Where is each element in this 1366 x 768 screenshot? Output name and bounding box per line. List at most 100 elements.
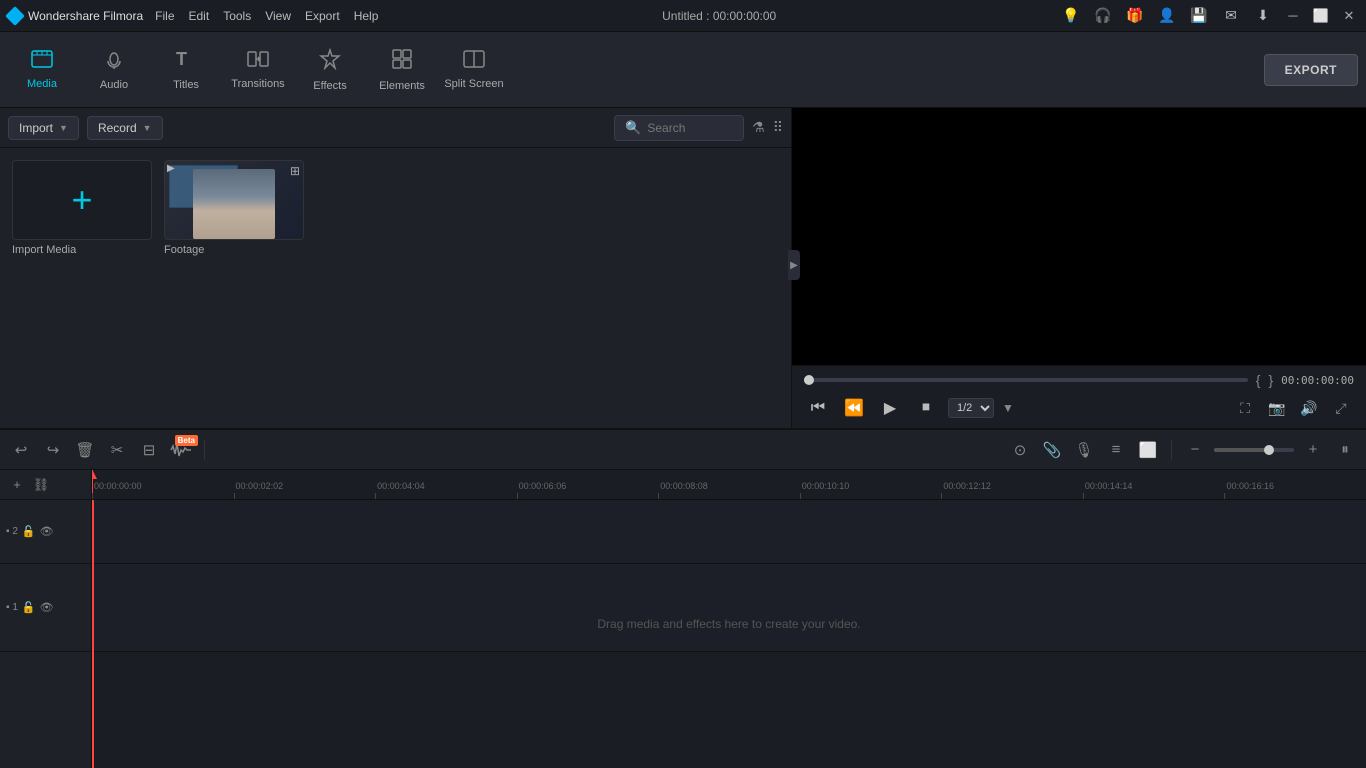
add-track-button[interactable]: + <box>8 476 26 494</box>
footage-play-icon: ▶ <box>167 163 175 174</box>
delete-button[interactable]: 🗑 <box>72 437 98 463</box>
tool-splitscreen[interactable]: Split Screen <box>440 38 508 102</box>
footage-thumb[interactable]: ⊞ ▶ <box>164 160 304 240</box>
stop-button[interactable]: ⏹ <box>912 394 940 422</box>
timeline-area: + ⛓ ▪ 2 🔓 👁 ▪ 1 🔓 👁 00:00: <box>0 470 1366 768</box>
progress-handle[interactable] <box>804 375 814 385</box>
import-dropdown[interactable]: Import ▼ <box>8 116 79 140</box>
grid-view-icon[interactable]: ⠿ <box>773 119 783 136</box>
playback-buttons: ⏮ ⏪ ▶ ⏹ 1/2 ▼ <box>804 394 1014 422</box>
undo-button[interactable]: ↩ <box>8 437 34 463</box>
menu-help[interactable]: Help <box>354 9 379 23</box>
waveform-button[interactable]: Beta <box>168 437 194 463</box>
footage-tile[interactable]: ⊞ ▶ Footage <box>164 160 304 256</box>
track-v2-row <box>92 500 1366 564</box>
link-tracks-button[interactable]: ⛓ <box>32 476 50 494</box>
menu-tools[interactable]: Tools <box>223 9 251 23</box>
menu-view[interactable]: View <box>265 9 291 23</box>
ruler-mark: 00:00:00:00 <box>92 493 93 499</box>
download-icon[interactable]: ⬇ <box>1252 5 1274 27</box>
track-v2-eye-icon[interactable]: 👁 <box>40 525 54 538</box>
save-icon[interactable]: 💾 <box>1188 5 1210 27</box>
play-button[interactable]: ▶ <box>876 394 904 422</box>
zoom-handle[interactable] <box>1264 445 1274 455</box>
fullscreen-button[interactable]: ⤢ <box>1328 395 1354 421</box>
cut-button[interactable]: ✂ <box>104 437 130 463</box>
menu-file[interactable]: File <box>155 9 174 23</box>
ruler-mark: 00:00:14:14 <box>1083 493 1084 499</box>
audio-icon <box>104 49 124 75</box>
tool-transitions[interactable]: Transitions <box>224 38 292 102</box>
track-v1-row: Drag media and effects here to create yo… <box>92 564 1366 652</box>
user-icon[interactable]: 👤 <box>1156 5 1178 27</box>
timeline-scrollable[interactable]: 00:00:00:0000:00:02:0200:00:04:0400:00:0… <box>92 470 1366 768</box>
transitions-icon <box>247 50 269 74</box>
minimize-button[interactable]: ─ <box>1284 7 1302 25</box>
timeline-ruler: 00:00:00:0000:00:02:0200:00:04:0400:00:0… <box>92 470 1366 500</box>
menu-export[interactable]: Export <box>305 9 340 23</box>
drag-hint-text: Drag media and effects here to create yo… <box>597 617 860 631</box>
tool-media[interactable]: Media <box>8 38 76 102</box>
snap-button[interactable]: ⊙ <box>1007 437 1033 463</box>
in-point-button[interactable]: { <box>1256 372 1261 388</box>
tool-titles[interactable]: T Titles <box>152 38 220 102</box>
search-input[interactable] <box>647 121 727 135</box>
title-bar: Wondershare Filmora File Edit Tools View… <box>0 0 1366 32</box>
menu-edit[interactable]: Edit <box>189 9 210 23</box>
redo-button[interactable]: ↪ <box>40 437 66 463</box>
gift-icon[interactable]: 🎁 <box>1124 5 1146 27</box>
preview-right-controls: ⛶ 📷 🔊 ⤢ <box>1232 395 1354 421</box>
track-v2-lock-icon[interactable]: 🔓 <box>22 525 36 538</box>
filter-icon[interactable]: ⚗ <box>752 119 765 136</box>
export-button[interactable]: EXPORT <box>1264 54 1358 86</box>
out-point-button[interactable]: } <box>1268 372 1273 388</box>
fullscreen-preview-button[interactable]: ⛶ <box>1232 395 1258 421</box>
footage-preview: ⊞ ▶ <box>165 161 303 239</box>
volume-button[interactable]: 🔊 <box>1296 395 1322 421</box>
zoom-in-button[interactable]: + <box>1300 437 1326 463</box>
timeline-tracks-content: Drag media and effects here to create yo… <box>92 500 1366 768</box>
search-icon: 🔍 <box>625 120 641 136</box>
zoom-out-button[interactable]: − <box>1182 437 1208 463</box>
crop-button[interactable]: ⬜ <box>1135 437 1161 463</box>
skip-back-button[interactable]: ⏮ <box>804 394 832 422</box>
import-media-tile[interactable]: + Import Media <box>12 160 152 256</box>
speed-arrow-icon: ▼ <box>1002 401 1014 415</box>
track-v2-label: ▪ 2 🔓 👁 <box>0 500 91 564</box>
tool-elements-label: Elements <box>379 80 425 92</box>
timecode-display: 00:00:00:00 <box>1281 374 1354 387</box>
timeline-right-tools: ⊙ 📎 🎙 ≡ ⬜ − + ⏸ <box>1007 437 1358 463</box>
mail-icon[interactable]: ✉ <box>1220 5 1242 27</box>
titles-icon: T <box>175 49 197 75</box>
clip-button[interactable]: 📎 <box>1039 437 1065 463</box>
close-button[interactable]: ✕ <box>1340 7 1358 25</box>
panel-collapse-arrow[interactable]: ▶ <box>788 250 800 280</box>
playhead-top <box>92 470 97 479</box>
import-thumb[interactable]: + <box>12 160 152 240</box>
timeline-toolbar: ↩ ↪ 🗑 ✂ ⊟ Beta ⊙ 📎 🎙 ≡ ⬜ − + ⏸ <box>0 430 1366 470</box>
step-back-button[interactable]: ⏪ <box>840 394 868 422</box>
tool-effects[interactable]: Effects <box>296 38 364 102</box>
lightbulb-icon[interactable]: 💡 <box>1060 5 1082 27</box>
tool-elements[interactable]: Elements <box>368 38 436 102</box>
audio-mixer-button[interactable]: ≡ <box>1103 437 1129 463</box>
record-dropdown[interactable]: Record ▼ <box>87 116 163 140</box>
zoom-slider[interactable] <box>1214 448 1294 452</box>
track-v1-lock-icon[interactable]: 🔓 <box>22 601 36 614</box>
app-name: Wondershare Filmora <box>28 9 143 23</box>
import-media-label: Import Media <box>12 244 152 256</box>
track-v1-eye-icon[interactable]: 👁 <box>40 601 54 614</box>
voiceover-button[interactable]: 🎙 <box>1071 437 1097 463</box>
tool-audio[interactable]: Audio <box>80 38 148 102</box>
speed-select[interactable]: 1/2 <box>948 398 994 418</box>
snapshot-button[interactable]: 📷 <box>1264 395 1290 421</box>
adjust-button[interactable]: ⊟ <box>136 437 162 463</box>
media-controls-bar: Import ▼ Record ▼ 🔍 ⚗ ⠿ <box>0 108 791 148</box>
headphone-icon[interactable]: 🎧 <box>1092 5 1114 27</box>
timeline-panel: ↩ ↪ 🗑 ✂ ⊟ Beta ⊙ 📎 🎙 ≡ ⬜ − + ⏸ <box>0 428 1366 768</box>
toolbar-separator-2 <box>1171 440 1172 460</box>
pause-indicator-button[interactable]: ⏸ <box>1332 437 1358 463</box>
maximize-button[interactable]: ⬜ <box>1312 7 1330 25</box>
project-title: Untitled : 00:00:00:00 <box>662 9 776 23</box>
progress-bar[interactable] <box>804 378 1248 382</box>
